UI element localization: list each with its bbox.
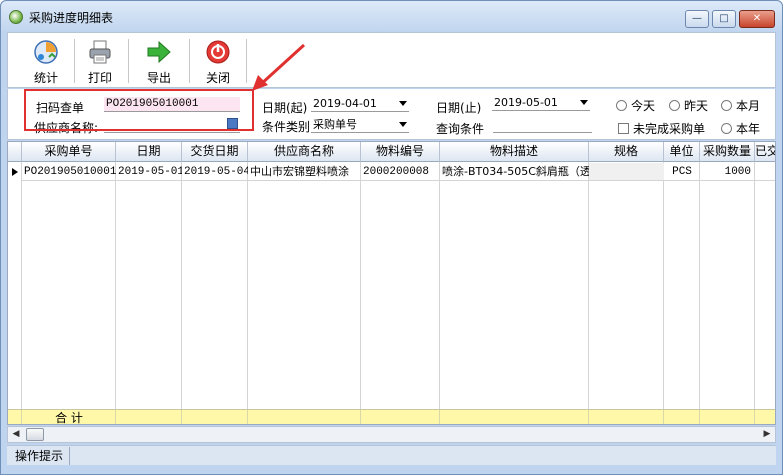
total-label: 合 计 — [55, 411, 83, 425]
scroll-thumb[interactable] — [26, 428, 44, 441]
condition-type-value: 采购单号 — [313, 118, 357, 131]
cell-material-no[interactable]: 2000200008 — [361, 163, 440, 181]
radio-today[interactable]: 今天 — [616, 97, 655, 114]
chevron-down-icon — [580, 100, 588, 105]
date-end-label: 日期(止) — [436, 101, 482, 115]
radio-icon — [721, 123, 732, 134]
toolbar: 统计 打印 导出 关闭 — [7, 32, 776, 88]
horizontal-scrollbar[interactable]: ◀ ▶ — [7, 426, 776, 443]
radio-this-month-label: 本月 — [736, 99, 761, 113]
radio-today-label: 今天 — [631, 99, 656, 113]
cell-spec[interactable] — [589, 163, 664, 181]
unfinished-checkbox[interactable]: 未完成采购单 — [618, 120, 705, 137]
cell-qty[interactable]: 1000 — [700, 163, 755, 181]
export-arrow-icon — [147, 40, 171, 64]
status-hint: 操作提示 — [9, 447, 71, 465]
row-header-corner — [8, 142, 22, 162]
col-unit[interactable]: 单位 — [664, 142, 700, 162]
export-label: 导出 — [146, 71, 171, 85]
export-button[interactable]: 导出 — [133, 35, 185, 87]
close-window-button[interactable]: ✕ — [739, 10, 775, 28]
total-row: 合 计 — [8, 409, 775, 425]
maximize-button[interactable]: □ — [712, 10, 736, 28]
col-supplier[interactable]: 供应商名称 — [248, 142, 361, 162]
col-po-no[interactable]: 采购单号 — [22, 142, 116, 162]
cell-unit[interactable]: PCS — [664, 163, 700, 181]
checkbox-icon — [618, 123, 629, 134]
annotation-arrow-icon — [252, 43, 306, 91]
unfinished-label: 未完成采购单 — [633, 122, 706, 136]
radio-yesterday-label: 昨天 — [684, 99, 709, 113]
window-title: 采购进度明细表 — [29, 11, 114, 25]
print-button[interactable]: 打印 — [74, 35, 126, 87]
date-end-picker[interactable]: 2019-05-01 — [492, 95, 590, 111]
radio-yesterday[interactable]: 昨天 — [669, 97, 708, 114]
date-start-label: 日期(起) — [262, 101, 308, 115]
date-end-value: 2019-05-01 — [494, 96, 558, 109]
col-material-desc[interactable]: 物料描述 — [440, 142, 589, 162]
col-material-no[interactable]: 物料编号 — [361, 142, 440, 162]
col-date[interactable]: 日期 — [116, 142, 182, 162]
radio-this-year-label: 本年 — [736, 122, 761, 136]
close-button[interactable]: 关闭 — [192, 35, 244, 87]
query-condition-input[interactable] — [493, 118, 592, 133]
cell-material-desc[interactable]: 喷涂-BT034-505C斜肩瓶（透明 — [440, 163, 589, 181]
cell-date[interactable]: 2019-05-01 — [116, 163, 182, 181]
condition-type-select[interactable]: 采购单号 — [311, 117, 409, 133]
radio-this-year[interactable]: 本年 — [721, 120, 760, 137]
condition-type-label: 条件类别 — [262, 120, 311, 134]
scroll-right-icon[interactable]: ▶ — [759, 427, 775, 442]
print-label: 打印 — [87, 71, 112, 85]
close-label: 关闭 — [205, 71, 230, 85]
app-icon — [9, 10, 23, 24]
printer-icon — [89, 40, 111, 64]
date-start-picker[interactable]: 2019-04-01 — [311, 96, 409, 112]
statistics-icon — [34, 40, 58, 64]
col-spec[interactable]: 规格 — [589, 142, 664, 162]
cell-supplier[interactable]: 中山市宏锦塑料喷涂 — [248, 163, 361, 181]
scroll-left-icon[interactable]: ◀ — [8, 427, 24, 442]
power-close-icon — [206, 40, 230, 64]
radio-this-month[interactable]: 本月 — [721, 97, 760, 114]
report-window: 采购进度明细表 — □ ✕ 统计 打印 导出 关闭 扫码查单 PO2019050… — [0, 0, 783, 475]
cell-po-no[interactable]: PO201905010001 — [22, 163, 116, 181]
chevron-down-icon — [399, 122, 407, 127]
cell-delivery-date[interactable]: 2019-05-04 — [182, 163, 248, 181]
highlight-box — [24, 89, 254, 131]
statistics-button[interactable]: 统计 — [20, 35, 72, 87]
status-bar: 操作提示 — [7, 445, 776, 465]
current-row-indicator-icon — [8, 163, 22, 181]
radio-icon — [721, 100, 732, 111]
date-start-value: 2019-04-01 — [313, 97, 377, 110]
statistics-label: 统计 — [33, 71, 58, 85]
cell-delivered[interactable] — [755, 163, 775, 181]
radio-icon — [669, 100, 680, 111]
radio-icon — [616, 100, 627, 111]
col-qty[interactable]: 采购数量 — [700, 142, 755, 162]
col-delivery-date[interactable]: 交货日期 — [182, 142, 248, 162]
col-delivered[interactable]: 已交 — [755, 142, 775, 162]
title-bar[interactable]: 采购进度明细表 — □ ✕ — [1, 1, 782, 31]
query-condition-label: 查询条件 — [436, 122, 485, 136]
chevron-down-icon — [399, 101, 407, 106]
data-grid: 采购单号 日期 交货日期 供应商名称 物料编号 物料描述 规格 单位 采购数量 … — [7, 141, 776, 425]
minimize-button[interactable]: — — [685, 10, 709, 28]
